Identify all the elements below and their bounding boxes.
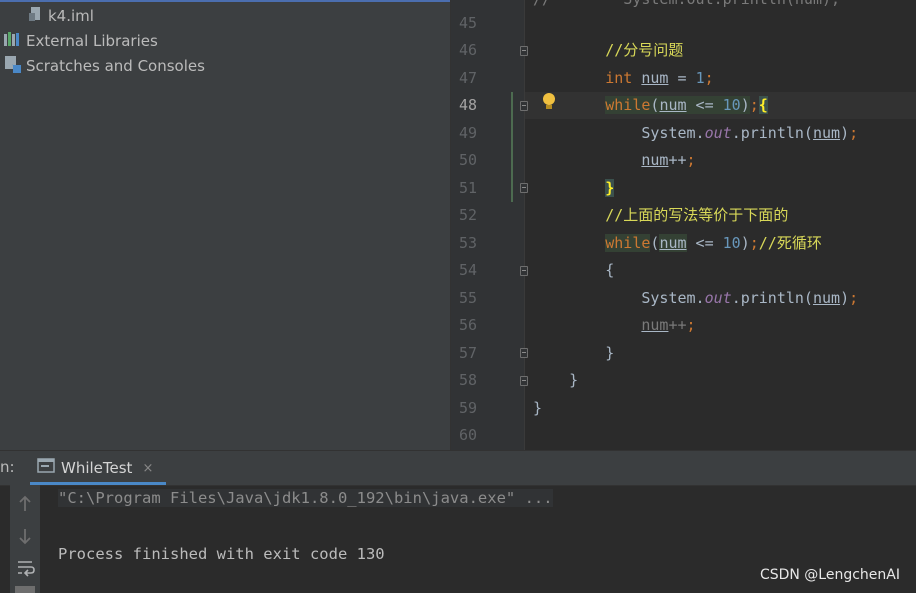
line-number: 50 [458,151,477,169]
tree-item-scratches-and-consoles[interactable]: Scratches and Consoles [4,54,205,78]
tab-label: WhileTest [61,459,133,477]
project-header-line [0,0,450,2]
tab-whiletest[interactable]: WhileTest × [30,451,166,485]
run-tool-window: n: WhileTest × "C:\Program Files\Java\jd… [0,450,916,593]
tab-active-indicator [30,482,166,485]
watermark: CSDN @LengchenAI [759,567,900,583]
code-line-44: // System.out.println(num); [533,0,840,13]
vcs-change-marker [511,92,513,202]
soft-wrap-icon[interactable] [17,559,35,581]
line-number: 49 [458,124,477,142]
line-number: 58 [458,371,477,389]
code-line-48: while(num <= 10);{ [605,96,768,114]
line-number: 46 [458,41,477,59]
line-number: 51 [458,179,477,197]
code-line-58: } [569,371,579,389]
project-tool-window: k4.iml External Libraries Scratches and … [0,0,451,450]
close-icon[interactable]: × [142,461,153,476]
code-line-57: } [605,344,615,362]
tree-item-k4-iml[interactable]: k4.iml [28,4,94,28]
line-number: 59 [458,399,477,417]
line-number: 45 [458,14,477,32]
run-tab-bar: n: WhileTest × [0,451,916,486]
code-line-55: System.out.println(num); [641,289,859,307]
line-number: 53 [458,234,477,252]
code-line-50: num++; [641,151,696,169]
libraries-icon [4,31,22,51]
run-label: n: [0,458,15,476]
fold-marker-icon[interactable] [520,376,528,386]
tree-item-label: External Libraries [26,32,158,50]
line-number: 54 [458,261,477,279]
fold-marker-icon[interactable] [520,183,528,193]
tree-item-label: Scratches and Consoles [26,57,205,75]
code-line-52: //上面的写法等价于下面的 [605,206,789,224]
tree-item-label: k4.iml [48,7,94,25]
fold-marker-icon[interactable] [520,101,528,111]
line-number: 60 [458,426,477,444]
run-config-icon [37,458,55,478]
code-line-47: int num = 1; [605,69,714,87]
line-number: 47 [458,69,477,87]
console-exit-message: Process finished with exit code 130 [58,545,385,563]
run-side-toolbar [10,485,40,593]
fold-marker-icon[interactable] [520,46,528,56]
iml-file-icon [28,6,44,26]
code-line-53: while(num <= 10);//死循环 [605,234,822,252]
line-number-active: 48 [458,96,477,114]
code-line-56: num++; [641,316,696,334]
console-command-line: "C:\Program Files\Java\jdk1.8.0_192\bin\… [58,489,553,507]
code-editor[interactable]: 45 46 47 48 49 50 51 52 53 54 55 56 57 5… [451,0,916,450]
tree-item-external-libraries[interactable]: External Libraries [4,29,158,53]
line-number: 56 [458,316,477,334]
line-number: 55 [458,289,477,307]
arrow-down-icon[interactable] [17,527,33,549]
line-number: 57 [458,344,477,362]
fold-marker-icon[interactable] [520,348,528,358]
code-line-59: } [533,399,543,417]
code-line-54: { [605,261,615,279]
code-line-46: //分号问题 [605,41,684,59]
arrow-up-icon[interactable] [17,495,33,517]
line-number: 52 [458,206,477,224]
scratches-icon [4,55,22,77]
code-line-49: System.out.println(num); [641,124,859,142]
fold-marker-icon[interactable] [520,266,528,276]
code-line-51: } [605,179,615,197]
